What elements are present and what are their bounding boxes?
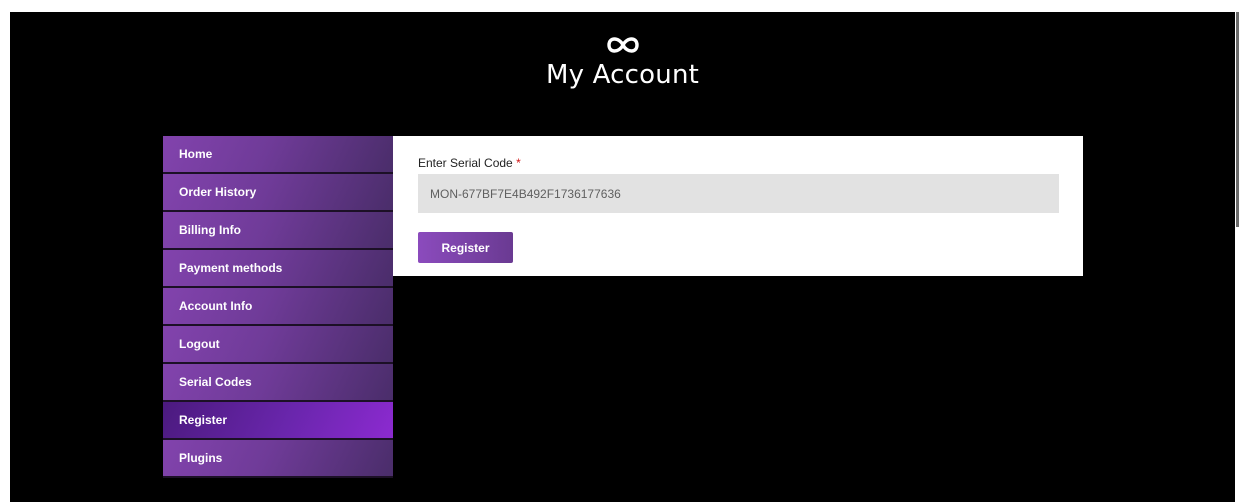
scrollbar[interactable] (1235, 12, 1243, 502)
register-panel: Enter Serial Code * Register (393, 136, 1083, 276)
sidebar-item-label: Payment methods (179, 261, 283, 275)
sidebar-item-serial-codes[interactable]: Serial Codes (163, 364, 393, 402)
serial-code-label-text: Enter Serial Code (418, 156, 513, 170)
required-marker: * (516, 156, 521, 170)
header: My Account (10, 34, 1235, 90)
sidebar-item-label: Order History (179, 185, 257, 199)
infinity-icon (606, 37, 639, 53)
sidebar-item-label: Billing Info (179, 223, 241, 237)
sidebar-item-plugins[interactable]: Plugins (163, 440, 393, 478)
sidebar-item-label: Register (179, 413, 228, 427)
account-sidebar: Home Order History Billing Info Payment … (163, 136, 393, 478)
sidebar-item-billing-info[interactable]: Billing Info (163, 212, 393, 250)
sidebar-item-label: Plugins (179, 451, 223, 465)
sidebar-item-label: Serial Codes (179, 375, 252, 389)
sidebar-item-label: Logout (179, 337, 220, 351)
sidebar-item-home[interactable]: Home (163, 136, 393, 174)
sidebar-item-label: Account Info (179, 299, 253, 313)
sidebar-item-order-history[interactable]: Order History (163, 174, 393, 212)
sidebar-item-payment-methods[interactable]: Payment methods (163, 250, 393, 288)
register-button[interactable]: Register (418, 232, 513, 263)
serial-code-input[interactable] (418, 174, 1059, 213)
sidebar-item-register[interactable]: Register (163, 402, 393, 440)
sidebar-item-account-info[interactable]: Account Info (163, 288, 393, 326)
page-title: My Account (545, 60, 700, 90)
scrollbar-thumb[interactable] (1236, 12, 1239, 227)
sidebar-item-label: Home (179, 147, 213, 161)
page-background: My Account Home Order History Billing In… (10, 12, 1235, 502)
sidebar-item-logout[interactable]: Logout (163, 326, 393, 364)
serial-code-label: Enter Serial Code * (418, 156, 521, 170)
